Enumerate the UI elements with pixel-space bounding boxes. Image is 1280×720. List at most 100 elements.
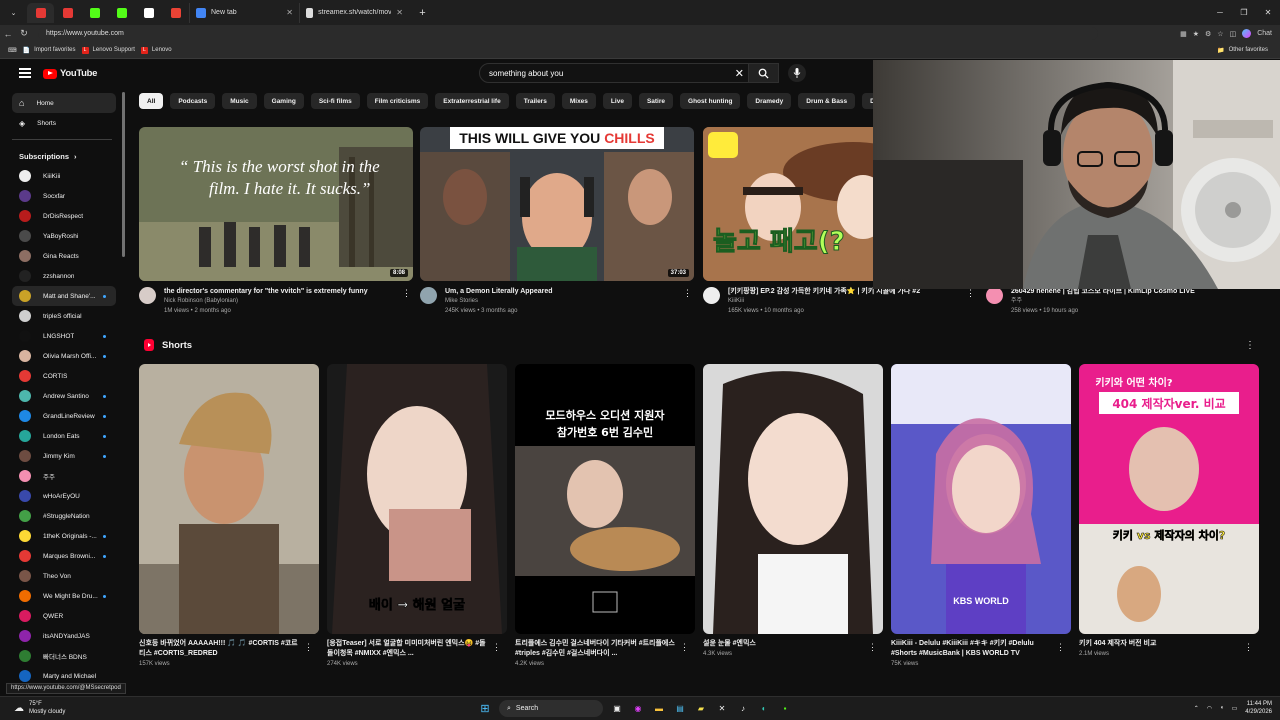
channel-avatar[interactable] [986,287,1003,304]
short-thumbnail[interactable] [139,364,319,634]
subscription-item[interactable]: Gina Reacts [0,246,124,266]
file-explorer-icon[interactable]: ▬ [652,702,666,716]
subscription-item[interactable]: zzshannon [0,266,124,286]
filter-chip[interactable]: Extraterrestrial life [435,93,509,109]
store-icon[interactable]: ▤ [673,702,687,716]
browser-tab[interactable] [135,3,162,23]
short-thumbnail[interactable]: 모드하우스 오디션 지원자 참가번호 6번 김수민 [515,364,695,634]
volume-icon[interactable]: ◖ [1220,705,1224,711]
split-screen-icon[interactable]: ◫ [1230,30,1237,38]
subscription-item[interactable]: YaBoyRoshi [0,226,124,246]
browser-tab[interactable]: streamex.sh/watch/movie/2857... ✕ [299,2,409,23]
youtube-logo[interactable]: YouTube [43,68,97,79]
bookmark-lenovo-support[interactable]: L Lenovo Support [81,46,135,54]
short-title[interactable]: 설윤 눈물 #엔믹스 [703,639,865,649]
restore-button[interactable]: ❐ [1232,0,1256,25]
filter-chip[interactable]: Sci-fi films [310,93,360,109]
more-options-icon[interactable]: ⋮ [868,642,877,653]
extensions-icon[interactable]: ⚙ [1205,30,1211,38]
short-thumbnail[interactable]: 배이 → 해원 얼굴 [327,364,507,634]
subscription-item[interactable]: London Eats [0,426,124,446]
tab-actions-button[interactable]: ⌄ [0,3,27,23]
channel-avatar[interactable] [703,287,720,304]
short-card[interactable]: 모드하우스 오디션 지원자 참가번호 6번 김수민트리플에스 김수민 걸스네버다이… [515,364,695,667]
copilot-icon[interactable] [1242,29,1252,38]
sticky-notes-icon[interactable]: ▰ [694,702,708,716]
short-card[interactable]: KBS WORLD KiiiKiii - Delulu #KiiiKiii #キキ… [891,364,1071,667]
subscription-item[interactable]: DrDisRespect [0,206,124,226]
subscription-item[interactable]: We Might Be Dru... [0,586,124,606]
filter-chip[interactable]: Ghost hunting [680,93,741,109]
filter-chip[interactable]: Music [222,93,257,109]
video-thumbnail[interactable]: THIS WILL GIVE YOU CHILLS 37:03 [420,127,694,281]
subscription-item[interactable]: Olivia Marsh Offi... [0,346,124,366]
filter-chip[interactable]: Film criticisms [366,93,429,109]
filter-chip[interactable]: Gaming [263,93,304,109]
channel-name[interactable]: 주주 [1011,296,1251,306]
new-tab-button[interactable]: + [409,3,436,23]
apps-icon[interactable]: ▦ [1180,30,1187,38]
subscription-item[interactable]: LNGSHOT [0,326,124,346]
subscription-item[interactable]: Andrew Santino [0,386,124,406]
filter-chip[interactable]: Live [602,93,632,109]
more-options-icon[interactable]: ⋮ [683,288,692,299]
more-options-icon[interactable]: ⋮ [680,642,689,653]
short-card[interactable]: 설윤 눈물 #엔믹스 4.3K views ⋮ [703,364,883,657]
channel-avatar[interactable] [139,287,156,304]
short-thumbnail[interactable] [703,364,883,634]
short-thumbnail[interactable]: 키키와 어떤 차이? 404 제작자ver. 비교 키키 vs 제작자의 차이? [1079,364,1259,634]
x-app-icon[interactable]: ✕ [715,702,729,716]
filter-chip[interactable]: Dramedy [747,93,792,109]
subscription-item[interactable]: 1theK Originals -... [0,526,124,546]
channel-name[interactable]: KiiiKiii [728,296,968,306]
copilot-app-icon[interactable]: ◉ [631,702,645,716]
favorite-star-icon[interactable]: ★ [1193,30,1199,38]
filter-chip[interactable]: Mixes [561,93,596,109]
more-options-icon[interactable]: ⋮ [1056,642,1065,653]
subscriptions-header[interactable]: Subscriptions › [0,146,124,166]
filter-chip[interactable]: All [139,93,164,109]
sidebar-item-shorts[interactable]: ◈ Shorts [0,113,124,133]
channel-name[interactable]: Nick Robinson (Babylonian) [164,296,404,306]
task-view-icon[interactable]: ▣ [610,702,624,716]
taskbar-search[interactable]: ⌕ Search [499,700,603,717]
subscription-item[interactable]: KiiiKiii [0,166,124,186]
browser-tab[interactable] [108,3,135,23]
subscription-item[interactable]: Jimmy Kim [0,446,124,466]
more-options-icon[interactable]: ⋮ [966,288,975,299]
video-title[interactable]: Um, a Demon Literally Appeared [445,287,685,296]
battery-icon[interactable]: ▭ [1232,705,1238,712]
other-favorites[interactable]: 📁 Other favorites [1217,47,1280,54]
more-options-icon[interactable]: ⋮ [1244,642,1253,653]
menu-icon[interactable] [19,68,31,78]
search-input[interactable]: something about you [489,69,563,78]
more-options-icon[interactable]: ⋮ [304,642,313,653]
filter-chip[interactable]: Satire [638,93,674,109]
terminal-icon[interactable]: ▪ [778,702,792,716]
short-title[interactable]: 키키 404 제작자 버전 비교 [1079,639,1241,649]
short-thumbnail[interactable]: KBS WORLD [891,364,1071,634]
tiktok-icon[interactable]: ♪ [736,702,750,716]
sidebar-item-home[interactable]: ⌂ Home [12,93,116,113]
subscription-item[interactable]: itsANDYandJAS [0,626,124,646]
short-card[interactable]: 배이 → 해원 얼굴 [응접Teaser] 서로 얼굴합 미미미처버린 엔믹스😝 … [327,364,507,667]
weather-widget[interactable]: ☁ 75°F Mostly cloudy [14,700,65,716]
short-title[interactable]: 트리플에스 김수민 걸스네버다이 기타커버 #트리플에스 #triples #김… [515,639,677,659]
bookmark-lenovo[interactable]: L Lenovo [140,46,172,54]
back-icon[interactable]: ← [0,29,16,39]
bookmark-import-favorites[interactable]: 📄 Import favorites [23,47,76,54]
short-title[interactable]: 신호등 바뀌었어 AAAAAH!!! 🎵 🎵 #CORTIS #코르티스 #CO… [139,639,301,659]
browser-tab[interactable] [27,2,54,23]
browser-tab[interactable] [54,3,81,23]
bookmark-toggle-icon[interactable]: ⌨ [8,47,17,54]
close-window-button[interactable]: ✕ [1256,0,1280,25]
video-card[interactable]: “ This is the worst shot in the film. I h… [139,127,413,316]
clear-search-icon[interactable]: ✕ [735,67,744,80]
video-card[interactable]: THIS WILL GIVE YOU CHILLS 37:03 Um, a Demo… [420,127,694,316]
filter-chip[interactable]: Deep House [862,93,873,109]
video-thumbnail[interactable]: “ This is the worst shot in the film. I h… [139,127,413,281]
channel-avatar[interactable] [420,287,437,304]
refresh-icon[interactable]: ↻ [16,28,32,39]
minimize-button[interactable]: ─ [1208,0,1232,25]
subscription-item[interactable]: Theo Von [0,566,124,586]
